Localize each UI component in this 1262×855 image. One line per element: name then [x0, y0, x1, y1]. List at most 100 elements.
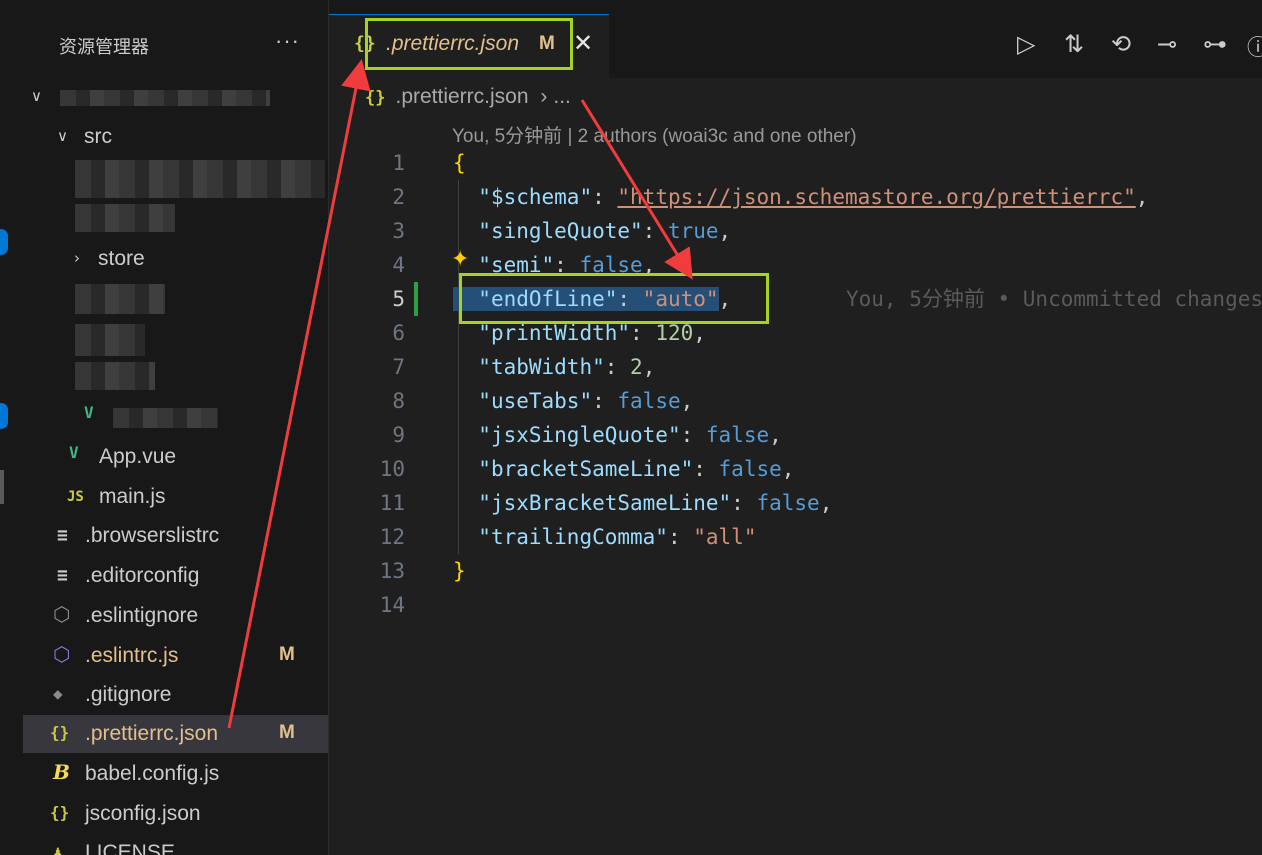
editor-area: {} .prettierrc.json M ✕ ▷ ⇅ ⟲ ⊸ ⊶ ⓘ {} .p…: [329, 0, 1262, 855]
text-file-icon: ≡: [57, 565, 68, 586]
modified-badge: M: [279, 722, 295, 743]
token-value: false: [718, 457, 782, 481]
token-value: 2: [630, 355, 643, 379]
compare-changes-icon[interactable]: ⇅: [1064, 30, 1084, 59]
tree-file-app-vue[interactable]: V App.vue: [23, 438, 328, 476]
activity-badge[interactable]: [0, 403, 8, 429]
code-line: 11 "jsxBracketSameLine": false,: [329, 486, 1262, 520]
explorer-title: 资源管理器: [59, 37, 149, 57]
tree-file-eslintignore[interactable]: ⬡ .eslintignore: [23, 597, 328, 635]
tree-item-label: store: [98, 247, 145, 270]
token-key: "useTabs": [478, 389, 593, 413]
tree-item-label: App.vue: [99, 445, 177, 468]
token-value: false: [617, 389, 681, 413]
line-number: 4: [392, 253, 405, 277]
close-icon[interactable]: ✕: [573, 29, 593, 58]
eslint-icon: ⬡: [53, 642, 71, 666]
tree-item-label: jsconfig.json: [85, 802, 201, 825]
tree-file-license[interactable]: ♟ LICENSE: [23, 834, 328, 855]
line-number: 13: [379, 559, 405, 583]
modified-badge: M: [279, 644, 295, 665]
code-line-current: 5 "endOfLine": "auto", You, 5分钟前 • Uncom…: [329, 282, 1262, 316]
line-number: 9: [392, 423, 405, 447]
breadcrumb[interactable]: {} .prettierrc.json ›...: [365, 85, 571, 109]
token-key: "bracketSameLine": [478, 457, 694, 481]
token-link[interactable]: "https://json.schemastore.org/prettierrc…: [617, 185, 1135, 209]
eslint-icon: ⬡: [53, 602, 71, 626]
breadcrumb-more[interactable]: ...: [553, 85, 571, 108]
chevron-right-icon: ›: [74, 249, 80, 267]
redacted-tree-row: [75, 204, 175, 232]
babel-icon: B: [53, 760, 70, 784]
git-modified-indicator[interactable]: [414, 282, 418, 316]
tab-title: .prettierrc.json: [386, 32, 520, 55]
line-number: 5: [392, 287, 405, 311]
token-key: "semi": [478, 253, 555, 277]
redacted-tree-row: [75, 362, 155, 390]
tab-prettierrc[interactable]: {} .prettierrc.json M ✕: [329, 14, 609, 79]
codelens-authors[interactable]: You, 5分钟前 | 2 authors (woai3c and one ot…: [452, 121, 857, 148]
line-number: 10: [379, 457, 405, 481]
token-value: "auto": [642, 287, 719, 311]
tree-file-editorconfig[interactable]: ≡ .editorconfig: [23, 557, 328, 595]
line-number: 1: [392, 151, 405, 175]
token-value: true: [667, 219, 719, 243]
vue-icon: V: [84, 403, 94, 422]
tree-file-gitignore[interactable]: ◆ .gitignore: [23, 676, 328, 714]
code-line: 13 }: [329, 554, 1262, 588]
tree-root-folder[interactable]: ∨: [23, 78, 328, 116]
timeline-icon[interactable]: ⟲: [1111, 30, 1131, 59]
tree-folder-src[interactable]: ∨ src: [23, 118, 328, 156]
tree-folder-store[interactable]: › store: [23, 240, 328, 278]
line-number: 7: [392, 355, 405, 379]
tree-item-label: .prettierrc.json: [85, 722, 219, 745]
tree-file-eslintrc[interactable]: ⬡ .eslintrc.js M: [23, 637, 328, 675]
previous-change-icon[interactable]: ⊸: [1157, 30, 1177, 59]
javascript-icon: JS: [67, 489, 84, 505]
tree-item-label: LICENSE: [85, 841, 175, 855]
json-icon: {}: [365, 88, 386, 108]
token-value: false: [705, 423, 770, 447]
line-number: 2: [392, 185, 405, 209]
redacted-file-name: [113, 408, 218, 428]
line-number: 14: [379, 593, 405, 617]
redacted-folder-name: [60, 90, 270, 106]
token-key: "tabWidth": [478, 355, 605, 379]
more-actions-icon[interactable]: ···: [275, 28, 300, 54]
line-number: 11: [379, 491, 405, 515]
code-line: 2 "$schema": "https://json.schemastore.o…: [329, 180, 1262, 214]
run-icon[interactable]: ▷: [1017, 30, 1035, 59]
activity-bar: [0, 0, 23, 855]
tree-file-babel-config[interactable]: B babel.config.js: [23, 755, 328, 793]
json-icon: {}: [50, 803, 70, 822]
modified-badge: M: [539, 33, 555, 54]
tree-file-browserslistrc[interactable]: ≡ .browserslistrc: [23, 517, 328, 555]
code-line: 6 "printWidth": 120,: [329, 316, 1262, 350]
breadcrumb-file[interactable]: .prettierrc.json: [395, 85, 528, 108]
tree-item-label: .eslintignore: [85, 604, 199, 627]
activity-indicator: [0, 470, 4, 504]
code-line: 9 "jsxSingleQuote": false,: [329, 418, 1262, 452]
vue-icon: V: [69, 443, 79, 462]
token-value: 120: [655, 321, 694, 345]
info-icon[interactable]: ⓘ: [1247, 30, 1262, 62]
inline-blame: You, 5分钟前 • Uncommitted changes: [846, 287, 1262, 311]
token-key: "jsxSingleQuote": [478, 423, 681, 447]
token-value: false: [756, 491, 820, 515]
tree-file-prettierrc[interactable]: {} .prettierrc.json M: [23, 715, 328, 753]
tree-file-main-js[interactable]: JS main.js: [23, 478, 328, 516]
code-line: 8 "useTabs": false,: [329, 384, 1262, 418]
git-icon: ◆: [53, 684, 63, 703]
token-brace: }: [453, 559, 466, 583]
code-line: 12 "trailingComma": "all": [329, 520, 1262, 554]
tree-item-label: babel.config.js: [85, 762, 220, 785]
token-key: "endOfLine": [478, 287, 618, 311]
token-key: "jsxBracketSameLine": [478, 491, 732, 515]
tree-item-label: .gitignore: [85, 683, 172, 706]
token-key: "$schema": [478, 185, 593, 209]
next-change-icon[interactable]: ⊶: [1203, 30, 1227, 59]
activity-badge[interactable]: [0, 229, 8, 255]
tree-file-redacted-vue[interactable]: V: [23, 398, 328, 436]
tree-file-jsconfig[interactable]: {} jsconfig.json: [23, 795, 328, 833]
token-key: "printWidth": [478, 321, 631, 345]
